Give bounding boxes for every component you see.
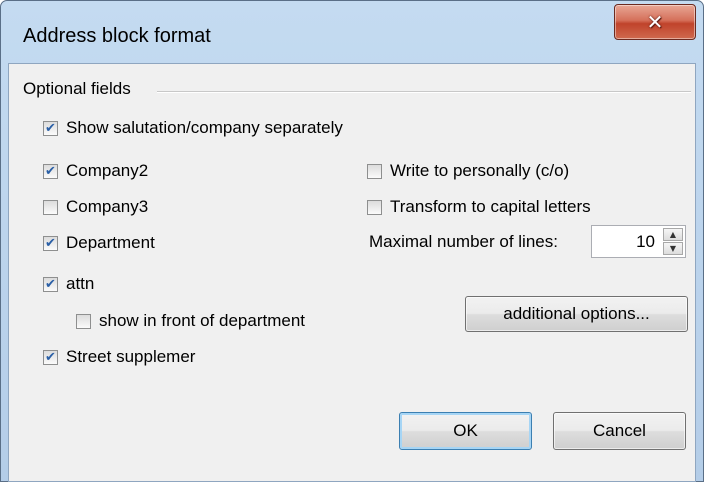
street-supplement-checkbox[interactable]: ✔ Street supplemer: [43, 346, 195, 368]
checkbox-box[interactable]: ✔: [43, 276, 58, 292]
group-separator: [157, 91, 691, 93]
cancel-button[interactable]: Cancel: [553, 412, 686, 450]
checkbox-label: Write to personally (c/o): [390, 161, 570, 180]
max-lines-label: Maximal number of lines:: [369, 232, 558, 251]
ok-button[interactable]: OK: [399, 412, 532, 450]
checkbox-box[interactable]: [367, 199, 382, 215]
spin-up-icon[interactable]: ▲: [663, 228, 683, 241]
checkbox-label: Street supplemer: [66, 347, 196, 366]
company2-checkbox[interactable]: ✔ Company2: [43, 160, 148, 182]
check-icon: ✔: [45, 235, 56, 251]
checkbox-box[interactable]: ✔: [43, 120, 58, 136]
capital-letters-checkbox[interactable]: Transform to capital letters: [367, 196, 591, 218]
checkbox-label: Transform to capital letters: [390, 197, 591, 216]
checkbox-label: Company3: [66, 197, 149, 216]
checkbox-label: show in front of department: [99, 311, 306, 330]
check-icon: ✔: [45, 120, 56, 136]
department-checkbox[interactable]: ✔ Department: [43, 232, 155, 254]
checkbox-box[interactable]: [43, 199, 58, 215]
additional-options-button[interactable]: additional options...: [465, 296, 688, 332]
max-lines-value[interactable]: 10: [636, 232, 655, 252]
checkbox-label: Company2: [66, 161, 149, 180]
show-in-front-of-department-checkbox[interactable]: show in front of department: [76, 310, 305, 332]
close-button[interactable]: ✕: [614, 4, 696, 40]
check-icon: ✔: [45, 163, 56, 179]
checkbox-box[interactable]: ✔: [43, 349, 58, 365]
max-lines-spinner[interactable]: 10 ▲ ▼: [591, 225, 686, 258]
window-title: Address block format: [23, 25, 211, 47]
attn-checkbox[interactable]: ✔ attn: [43, 273, 94, 295]
check-icon: ✔: [45, 349, 56, 365]
checkbox-box[interactable]: ✔: [43, 235, 58, 251]
checkbox-label: Show salutation/company separately: [66, 118, 343, 137]
checkbox-label: attn: [66, 274, 95, 293]
close-icon: ✕: [646, 10, 664, 34]
company3-checkbox[interactable]: Company3: [43, 196, 148, 218]
checkbox-box[interactable]: ✔: [43, 163, 58, 179]
spin-down-icon[interactable]: ▼: [663, 242, 683, 255]
optional-fields-group-label: Optional fields: [23, 79, 131, 98]
write-personally-checkbox[interactable]: Write to personally (c/o): [367, 160, 569, 182]
show-salutation-checkbox[interactable]: ✔ Show salutation/company separately: [43, 117, 343, 139]
checkbox-box[interactable]: [367, 163, 382, 179]
check-icon: ✔: [45, 276, 56, 292]
checkbox-box[interactable]: [76, 313, 91, 329]
checkbox-label: Department: [66, 233, 155, 252]
